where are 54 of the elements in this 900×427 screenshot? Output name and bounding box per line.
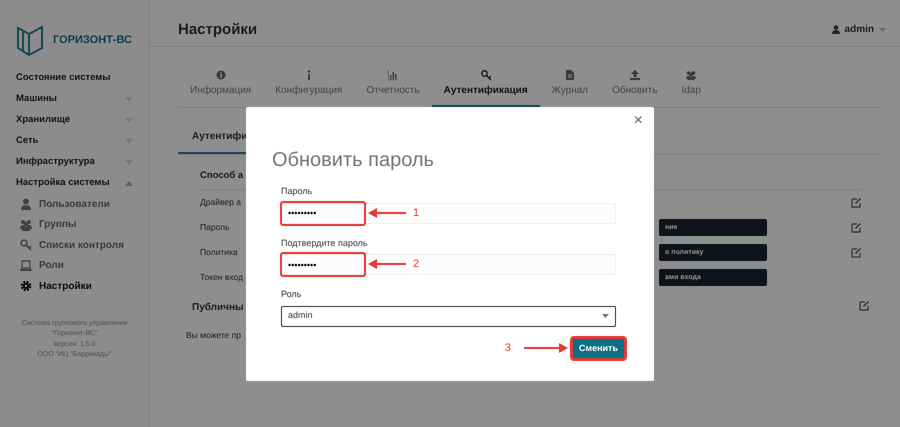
sidebar-item[interactable]: Инфраструктура: [0, 152, 149, 173]
logo-icon: [15, 24, 45, 58]
arrow: [368, 206, 406, 218]
tab[interactable]: Журнал: [540, 67, 600, 107]
tab[interactable]: Обновить: [600, 67, 670, 107]
document-icon: [564, 70, 575, 80]
sidebar-item[interactable]: Хранилище: [0, 110, 149, 131]
gear-icon: [20, 280, 32, 292]
field-label: Подтвердите пароль: [281, 236, 368, 250]
edit-icon[interactable]: [859, 300, 870, 312]
sidebar-item[interactable]: Списки контроля: [0, 235, 149, 256]
tab[interactable]: Информация: [178, 67, 264, 107]
bar-chart-icon: [388, 70, 398, 80]
tab[interactable]: Конфигурация: [263, 67, 354, 107]
user-menu[interactable]: admin: [832, 13, 886, 46]
arrow: [368, 258, 406, 270]
field-label: Роль: [281, 288, 302, 301]
close-button[interactable]: ×: [634, 113, 643, 129]
sidebar-item[interactable]: Настройка системы: [0, 173, 149, 194]
user-icon: [20, 198, 32, 210]
key-icon: [480, 70, 491, 80]
setting-label: Политика: [200, 247, 238, 258]
caret-icon: [602, 314, 609, 318]
sidebar-item[interactable]: Состояние системы: [0, 68, 149, 89]
step-number: 3: [504, 341, 511, 356]
laptop-icon: [20, 260, 32, 272]
description-text: Вы можете пр: [186, 329, 242, 342]
edit-icon[interactable]: [851, 222, 862, 234]
caret-icon: [879, 28, 886, 32]
users-icon: [686, 70, 696, 80]
sidebar-item[interactable]: Группы: [0, 214, 149, 235]
users-icon: [20, 218, 32, 231]
sidebar-item[interactable]: Машины: [0, 89, 149, 110]
key-icon: [20, 239, 32, 252]
section-title: Публичны: [192, 301, 244, 316]
sidebar-item[interactable]: Настройки: [0, 276, 149, 296]
user-icon: [832, 25, 840, 34]
submit-button[interactable]: Сменить: [570, 336, 626, 360]
edit-icon[interactable]: [851, 247, 862, 258]
role-select[interactable]: admin: [281, 306, 616, 326]
setting-label: Драйвер а: [200, 197, 241, 208]
edit-icon[interactable]: [851, 197, 862, 208]
upload-icon: [630, 70, 640, 80]
info-icon: [216, 70, 226, 80]
tab[interactable]: Отчетность: [354, 67, 432, 107]
setting-label: Пароль: [200, 222, 230, 232]
arrow: [524, 342, 568, 354]
tab[interactable]: Idap: [669, 67, 713, 107]
sidebar-item[interactable]: Сеть: [0, 131, 149, 152]
sidebar-item[interactable]: Роли: [0, 256, 149, 276]
setting-label: Токен вход: [200, 272, 244, 282]
logo-text: ГОРИЗОНТ-ВС: [53, 33, 132, 48]
page-title: Настройки: [178, 20, 258, 40]
sidebar-item[interactable]: Пользователи: [0, 194, 149, 214]
